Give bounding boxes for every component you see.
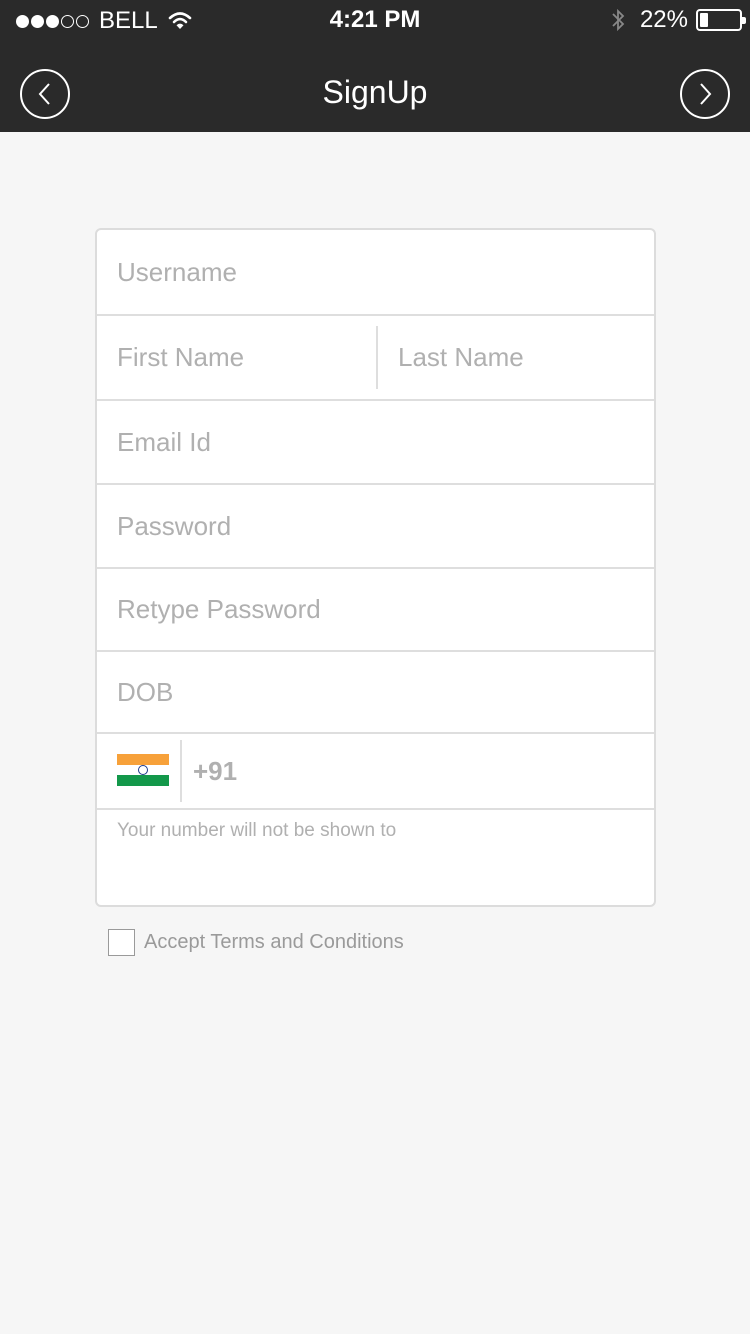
nav-bar: SignUp	[0, 56, 750, 132]
bluetooth-icon	[612, 8, 625, 32]
country-code: +91	[193, 755, 238, 786]
phone-row: +91	[97, 734, 654, 810]
page-title: SignUp	[322, 74, 428, 110]
next-button[interactable]	[680, 69, 730, 119]
terms-checkbox[interactable]	[108, 929, 135, 956]
dob-row	[97, 652, 654, 734]
battery-level	[700, 13, 709, 27]
phone-divider	[180, 740, 182, 802]
top-bar: BELL 4:21 PM 22% SignUp	[0, 0, 750, 132]
first-name-input[interactable]	[117, 342, 376, 373]
phone-number-input[interactable]	[255, 755, 647, 787]
status-right: 22%	[610, 6, 746, 34]
retype-password-input[interactable]	[117, 594, 654, 625]
dob-input[interactable]	[117, 676, 654, 708]
battery-percent: 22%	[639, 6, 688, 33]
username-row	[97, 230, 654, 316]
terms-label: Accept Terms and Conditions	[144, 931, 404, 953]
terms-row[interactable]: Accept Terms and Conditions	[108, 929, 404, 956]
password-row	[97, 485, 654, 569]
password-input[interactable]	[117, 510, 654, 542]
email-input[interactable]	[117, 426, 654, 458]
last-name-input[interactable]	[398, 342, 654, 373]
battery-icon	[696, 9, 746, 31]
name-row	[97, 316, 654, 401]
phone-note-area: Your number will not be shown to	[97, 810, 654, 905]
retype-password-row	[97, 569, 654, 652]
phone-note: Your number will not be shown to	[117, 820, 397, 841]
username-input[interactable]	[117, 256, 654, 288]
chevron-right-icon	[700, 83, 712, 105]
status-bar: BELL 4:21 PM 22%	[0, 0, 750, 40]
signup-form: +91 Your number will not be shown to	[95, 228, 656, 907]
india-flag-icon[interactable]	[117, 754, 169, 787]
email-row	[97, 401, 654, 485]
